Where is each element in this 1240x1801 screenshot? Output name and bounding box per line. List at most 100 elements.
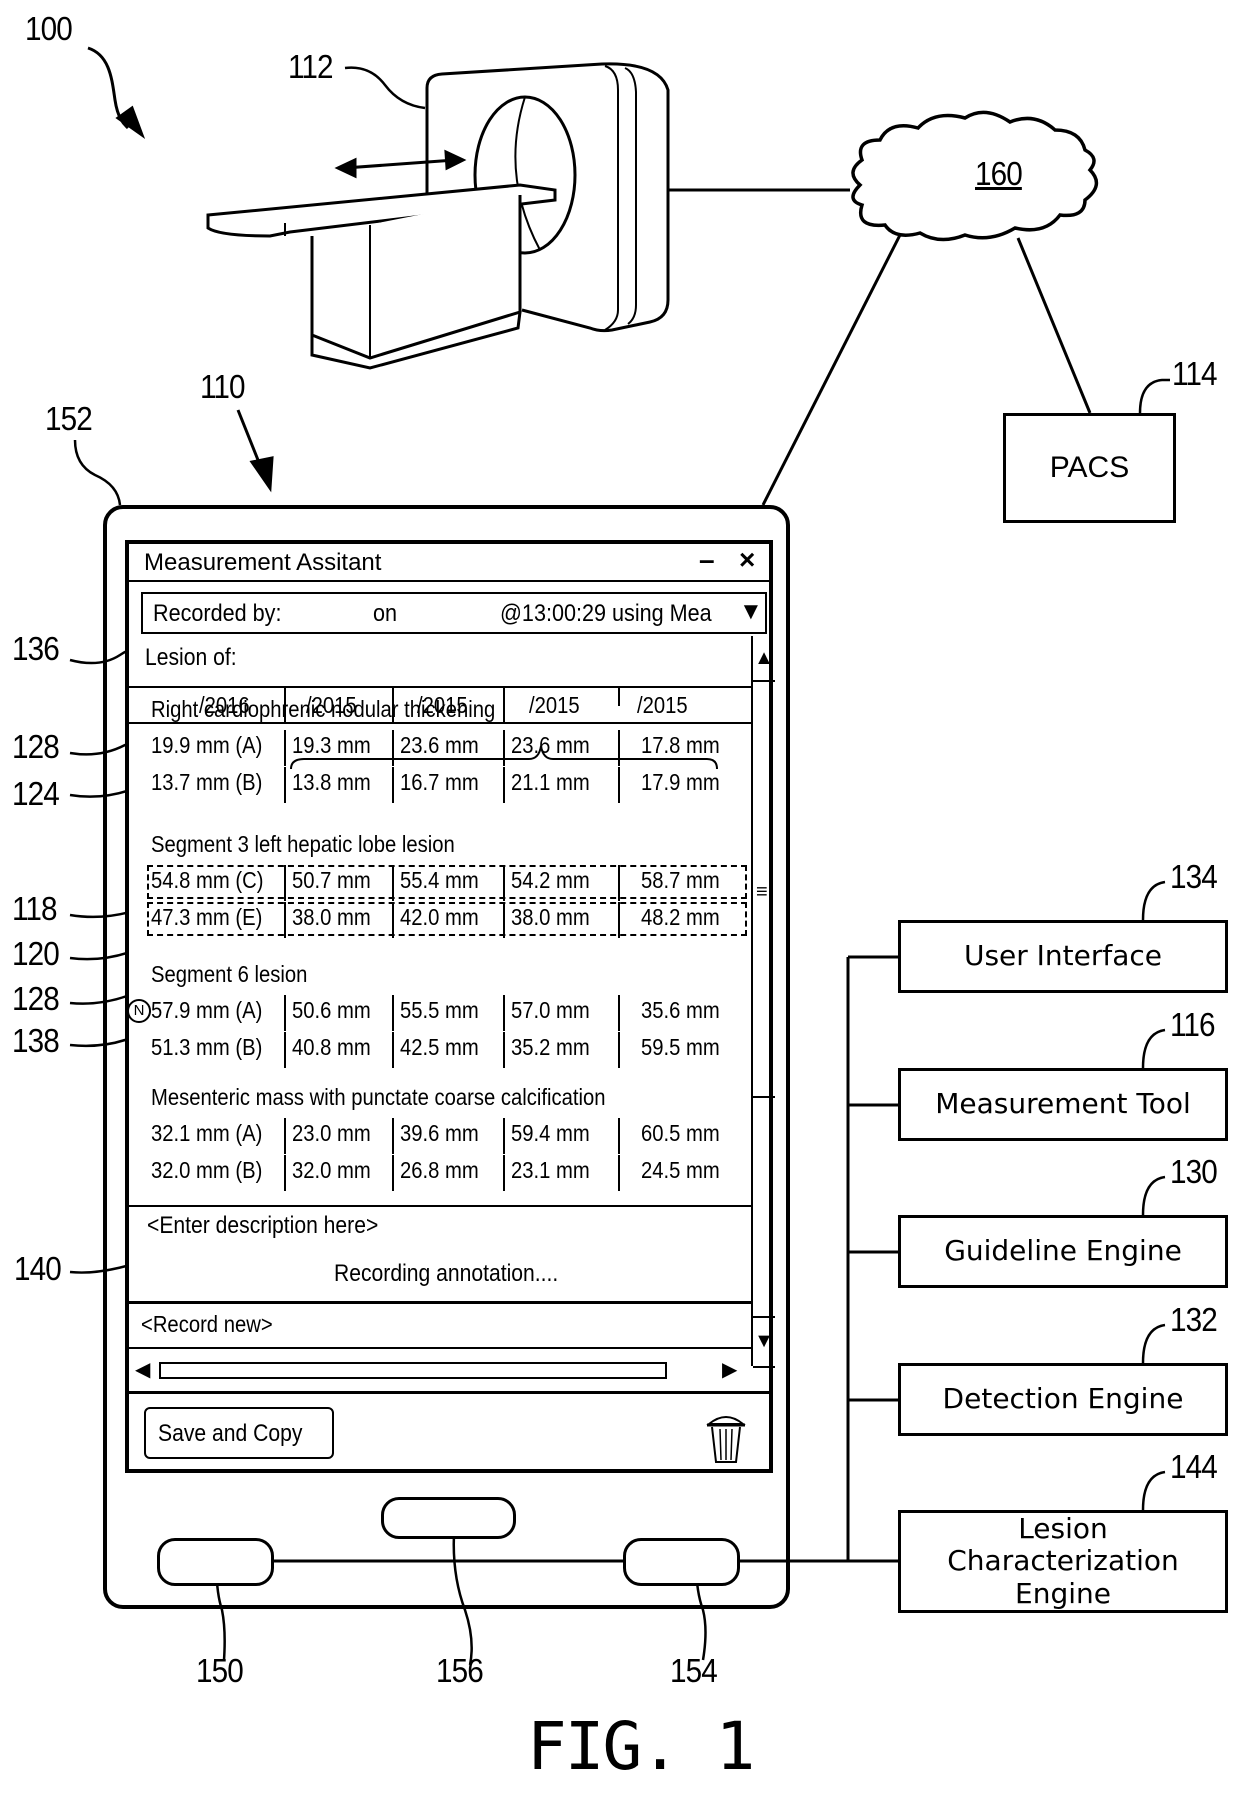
lesion-name[interactable]: Segment 3 left hepatic lobe lesion	[151, 831, 455, 858]
current-measurement-cell[interactable]: 54.8 mm (C)	[151, 867, 263, 894]
divider	[129, 1205, 751, 1207]
scroll-divider	[753, 1096, 775, 1098]
pacs-box: PACS	[1003, 413, 1176, 523]
horizontal-scrollbar[interactable]: ◀ ▶	[129, 1349, 751, 1391]
prior-measurement-cell[interactable]: 17.8 mm	[641, 732, 720, 759]
column-divider	[618, 902, 620, 938]
module-guideline-engine: Guideline Engine	[898, 1215, 1228, 1288]
prior-measurement-cell[interactable]: 24.5 mm	[641, 1157, 720, 1184]
lesion-name[interactable]: Right cardiophrenic nodular thickening	[151, 696, 495, 723]
recording-status: Recording annotation....	[334, 1260, 559, 1287]
column-divider	[618, 730, 620, 766]
prior-measurement-cell[interactable]: 35.6 mm	[641, 997, 720, 1024]
column-divider	[503, 1118, 505, 1154]
save-and-copy-button[interactable]: Save and Copy	[144, 1407, 334, 1459]
prior-measurement-cell[interactable]: 54.2 mm	[511, 867, 590, 894]
module-measurement-tool: Measurement Tool	[898, 1068, 1228, 1141]
scroll-left-button[interactable]: ◀	[135, 1357, 150, 1382]
column-divider	[284, 902, 286, 938]
ref-scanner: 112	[288, 48, 334, 85]
prior-measurement-cell[interactable]: 58.7 mm	[641, 867, 720, 894]
ref-hw-button-center: 156	[436, 1652, 484, 1689]
description-input[interactable]: <Enter description here>	[147, 1212, 378, 1240]
prior-measurement-cell[interactable]: 35.2 mm	[511, 1034, 590, 1061]
record-new-item[interactable]: <Record new>	[141, 1311, 273, 1338]
column-divider	[618, 865, 620, 901]
current-measurement-cell[interactable]: 51.3 mm (B)	[151, 1034, 262, 1061]
current-measurement-cell[interactable]: 57.9 mm (A)	[151, 997, 262, 1024]
column-divider	[284, 1118, 286, 1154]
prior-measurement-cell[interactable]: 55.5 mm	[400, 997, 479, 1024]
prior-measurement-cell[interactable]: 50.7 mm	[292, 867, 371, 894]
ref-dashed-row-1: 118	[12, 890, 58, 927]
save-and-copy-label: Save and Copy	[158, 1420, 303, 1447]
scroll-down-button[interactable]: ▼	[753, 1316, 775, 1368]
lesion-name[interactable]: Mesenteric mass with punctate coarse cal…	[151, 1084, 605, 1111]
prior-measurement-cell[interactable]: 17.9 mm	[641, 769, 720, 796]
hardware-button-center[interactable]	[381, 1497, 516, 1539]
prior-measurement-cell[interactable]: 23.0 mm	[292, 1120, 371, 1147]
prior-measurement-cell[interactable]: 59.4 mm	[511, 1120, 590, 1147]
scroll-right-button[interactable]: ▶	[722, 1357, 737, 1382]
module-label: Lesion Characterization Engine	[947, 1512, 1179, 1610]
column-divider	[284, 730, 286, 766]
prior-measurement-cell[interactable]: 21.1 mm	[511, 769, 590, 796]
module-label: Measurement Tool	[935, 1087, 1191, 1121]
current-measurement-cell[interactable]: 13.7 mm (B)	[151, 769, 262, 796]
prior-measurement-cell[interactable]: 50.6 mm	[292, 997, 371, 1024]
prior-measurement-cell[interactable]: 42.5 mm	[400, 1034, 479, 1061]
prior-measurement-cell[interactable]: 32.0 mm	[292, 1157, 371, 1184]
column-divider	[618, 767, 620, 803]
hardware-button-right[interactable]	[623, 1538, 740, 1586]
column-divider	[284, 1032, 286, 1068]
vertical-scrollbar[interactable]: ▲ ≡ ▼	[751, 636, 775, 1368]
module-lesion-characterization-engine: Lesion Characterization Engine	[898, 1510, 1228, 1613]
horizontal-scroll-thumb[interactable]	[159, 1362, 667, 1379]
prior-measurement-cell[interactable]: 39.6 mm	[400, 1120, 479, 1147]
ref-measurement-tool: 116	[1170, 1006, 1216, 1043]
prior-measurement-cell[interactable]: 57.0 mm	[511, 997, 590, 1024]
prior-measurement-cell[interactable]: 16.7 mm	[400, 769, 479, 796]
current-measurement-cell[interactable]: 32.0 mm (B)	[151, 1157, 262, 1184]
ref-hw-button-right: 154	[670, 1652, 718, 1689]
ref-current-measurement: 124	[12, 775, 60, 812]
column-divider	[392, 865, 394, 901]
column-divider	[392, 1032, 394, 1068]
module-label: Detection Engine	[942, 1382, 1184, 1416]
ref-new-indicator: 138	[12, 1022, 60, 1059]
prior-measurement-cell[interactable]: 23.1 mm	[511, 1157, 590, 1184]
column-divider	[618, 995, 620, 1031]
prior-measurement-cell[interactable]: 26.8 mm	[400, 1157, 479, 1184]
prior-measurement-cell[interactable]: 19.3 mm	[292, 732, 371, 759]
prior-measurement-cell[interactable]: 60.5 mm	[641, 1120, 720, 1147]
current-measurement-cell[interactable]: 19.9 mm (A)	[151, 732, 262, 759]
scroll-up-button[interactable]: ▲	[753, 636, 775, 682]
lesion-name[interactable]: Segment 6 lesion	[151, 961, 307, 988]
trash-icon[interactable]	[705, 1412, 747, 1464]
column-divider	[392, 902, 394, 938]
column-divider	[503, 767, 505, 803]
pacs-label: PACS	[1049, 450, 1130, 484]
prior-measurement-cell[interactable]: 23.6 mm	[400, 732, 479, 759]
hardware-button-left[interactable]	[157, 1538, 274, 1586]
current-measurement-cell[interactable]: 47.3 mm (E)	[151, 904, 262, 931]
ref-network: 160	[975, 155, 1023, 192]
column-divider	[503, 1032, 505, 1068]
ref-hw-button-left: 150	[196, 1652, 244, 1689]
ref-annotation-area: 140	[14, 1250, 62, 1287]
column-divider	[618, 1118, 620, 1154]
prior-measurement-cell[interactable]: 13.8 mm	[292, 769, 371, 796]
prior-measurement-cell[interactable]: 42.0 mm	[400, 904, 479, 931]
prior-measurement-cell[interactable]: 48.2 mm	[641, 904, 720, 931]
prior-measurement-cell[interactable]: 40.8 mm	[292, 1034, 371, 1061]
current-measurement-cell[interactable]: 32.1 mm (A)	[151, 1120, 262, 1147]
prior-measurement-cell[interactable]: 38.0 mm	[511, 904, 590, 931]
prior-measurement-cell[interactable]: 55.4 mm	[400, 867, 479, 894]
ref-detection-engine: 132	[1170, 1301, 1218, 1338]
column-divider	[284, 865, 286, 901]
column-divider	[392, 767, 394, 803]
prior-measurement-cell[interactable]: 23.6 mm	[511, 732, 590, 759]
scroll-thumb[interactable]: ≡	[756, 881, 768, 904]
prior-measurement-cell[interactable]: 38.0 mm	[292, 904, 371, 931]
prior-measurement-cell[interactable]: 59.5 mm	[641, 1034, 720, 1061]
